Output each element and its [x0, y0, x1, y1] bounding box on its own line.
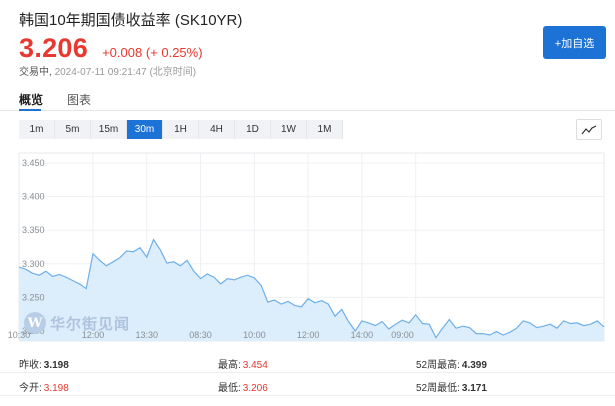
stat-high: 最高: 3.454: [218, 360, 268, 371]
y-tick-label: 3.450: [22, 158, 45, 168]
chart-type-button[interactable]: [576, 119, 602, 140]
y-tick-label: 3.300: [22, 259, 45, 269]
stat-52w-low: 52周最低: 3.171: [416, 383, 487, 394]
status-text: 交易中,: [19, 67, 52, 78]
watermark-text: 华尔街见闻: [50, 314, 131, 333]
line-chart-icon: [581, 124, 597, 134]
active-tab-indicator: [19, 109, 41, 111]
stat-52w-high: 52周最高: 4.399: [416, 360, 487, 371]
x-tick-label: 13:30: [135, 330, 158, 340]
instrument-title: 韩国10年期国债收益率 (SK10YR): [19, 12, 243, 29]
interval-30m[interactable]: 30m: [127, 120, 163, 139]
interval-1d[interactable]: 1D: [235, 120, 271, 139]
interval-1m[interactable]: 1m: [19, 120, 55, 139]
stats-row: 昨收: 3.198 最高: 3.454 52周最高: 4.399: [0, 351, 615, 373]
stats-row: 今开: 3.198 最低: 3.206 52周最低: 3.171: [0, 374, 615, 396]
interval-15m[interactable]: 15m: [91, 120, 127, 139]
price-row: 3.206 +0.008 (+ 0.25%): [19, 33, 203, 63]
interval-5m[interactable]: 5m: [55, 120, 91, 139]
quote-time: 2024-07-11 09:21:47 (北京时间): [54, 67, 197, 78]
interval-1mo[interactable]: 1M: [307, 120, 343, 139]
watermark: W 华尔街见闻: [24, 312, 130, 334]
stat-prev-close: 昨收: 3.198: [19, 360, 69, 371]
interval-4h[interactable]: 4H: [199, 120, 235, 139]
tab-bar: 概览 图表: [0, 84, 615, 111]
add-to-watchlist-button[interactable]: +加自选: [543, 26, 606, 59]
tab-chart[interactable]: 图表: [67, 91, 91, 108]
y-tick-label: 3.250: [22, 292, 45, 302]
current-price: 3.206: [19, 33, 89, 63]
tab-overview[interactable]: 概览: [19, 91, 43, 108]
x-tick-label: 14:00: [351, 330, 374, 340]
interval-1w[interactable]: 1W: [271, 120, 307, 139]
x-tick-label: 12:00: [297, 330, 320, 340]
y-tick-label: 3.400: [22, 192, 45, 202]
price-change: +0.008 (+ 0.25%): [102, 45, 203, 60]
x-tick-label: 10:00: [243, 330, 266, 340]
y-tick-label: 3.350: [22, 225, 45, 235]
x-tick-label: 09:00: [391, 330, 414, 340]
x-tick-label: 08:30: [189, 330, 212, 340]
stat-open: 今开: 3.198: [19, 383, 69, 394]
trading-status: 交易中, 2024-07-11 09:21:47 (北京时间): [19, 63, 196, 78]
interval-selector: 1m 5m 15m 30m 1H 4H 1D 1W 1M: [19, 120, 343, 139]
stat-low: 最低: 3.206: [218, 383, 268, 394]
watermark-logo: W: [24, 312, 46, 334]
interval-1h[interactable]: 1H: [163, 120, 199, 139]
